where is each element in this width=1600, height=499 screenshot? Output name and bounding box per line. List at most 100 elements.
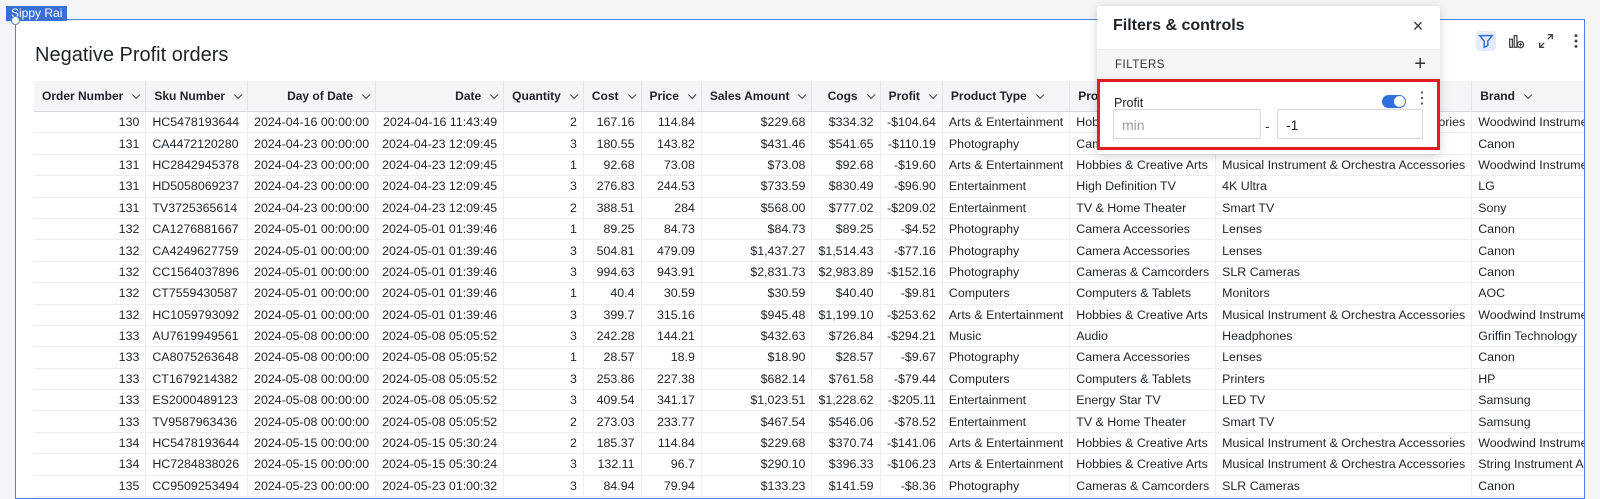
chevron-down-icon[interactable] bbox=[1523, 90, 1533, 100]
table-row[interactable]: 133 CT1679214382 2024-05-08 00:00:00 2024-0… bbox=[34, 368, 1584, 391]
table-cell: 134 bbox=[34, 432, 147, 455]
chevron-down-icon[interactable] bbox=[798, 90, 807, 100]
table-cell: $141.59 bbox=[811, 475, 881, 498]
chevron-down-icon[interactable] bbox=[627, 90, 636, 100]
table-cell: Hobbies & Creative Arts bbox=[1069, 432, 1217, 455]
column-header[interactable]: Price bbox=[641, 81, 702, 112]
table-row[interactable]: 132 CT7559430587 2024-05-01 00:00:00 2024-0… bbox=[34, 282, 1584, 305]
column-header[interactable]: Product Type bbox=[942, 81, 1071, 112]
chevron-down-icon[interactable] bbox=[132, 90, 141, 100]
chevron-down-icon[interactable] bbox=[1035, 90, 1045, 100]
table-row[interactable]: 133 AU7619949561 2024-05-08 00:00:00 2024-0… bbox=[34, 325, 1584, 348]
table-cell: CC1564037896 bbox=[145, 261, 249, 284]
table-cell: 135 bbox=[34, 475, 147, 498]
chevron-down-icon[interactable] bbox=[233, 90, 243, 100]
column-header[interactable]: Date bbox=[375, 81, 505, 112]
table-row[interactable]: 131 TV3725365614 2024-04-23 00:00:00 2024-0… bbox=[34, 197, 1584, 219]
profit-max-input[interactable]: -1 bbox=[1277, 109, 1423, 139]
table-cell: Arts & Entertainment bbox=[942, 453, 1071, 476]
table-cell: 3 bbox=[503, 239, 584, 262]
table-cell: 1 bbox=[503, 346, 584, 369]
column-header[interactable]: Order Number bbox=[34, 81, 147, 112]
chevron-down-icon[interactable] bbox=[361, 90, 371, 100]
filters-section-header: FILTERS + bbox=[1097, 49, 1440, 81]
table-cell: -$9.67 bbox=[880, 346, 943, 369]
table-cell: -$141.06 bbox=[880, 432, 943, 455]
column-header[interactable]: Day of Date bbox=[247, 81, 377, 112]
table-cell: 134 bbox=[34, 453, 147, 476]
resize-handle[interactable] bbox=[11, 16, 20, 25]
table-cell: Computers & Tablets bbox=[1069, 368, 1217, 391]
table-cell: 2024-05-01 00:00:00 bbox=[247, 304, 377, 326]
table-cell: Woodwind Instruments bbox=[1471, 154, 1584, 177]
table-cell: $568.00 bbox=[701, 197, 813, 219]
table-cell: Music bbox=[942, 325, 1071, 348]
table-row[interactable]: 132 CC1564037896 2024-05-01 00:00:00 2024-0… bbox=[34, 261, 1584, 284]
table-cell: 994.63 bbox=[583, 261, 642, 284]
column-header[interactable]: Brand bbox=[1471, 81, 1584, 112]
table-cell: 2024-04-23 00:00:00 bbox=[247, 175, 377, 198]
column-header[interactable]: Profit bbox=[880, 81, 943, 112]
table-cell: HC2842945378 bbox=[145, 154, 249, 177]
filter-name: Profit bbox=[1114, 96, 1144, 110]
chevron-down-icon[interactable] bbox=[866, 90, 875, 100]
add-filter-icon[interactable]: + bbox=[1414, 54, 1426, 74]
table-cell: HC1059793092 bbox=[145, 304, 249, 326]
filter-menu-icon[interactable]: ⋮ bbox=[1414, 91, 1430, 107]
filters-panel: Filters & controls × FILTERS + Profit ⋮ … bbox=[1097, 6, 1440, 154]
table-cell: -$209.02 bbox=[880, 197, 943, 219]
table-row[interactable]: 132 CA1276881667 2024-05-01 00:00:00 2024-0… bbox=[34, 218, 1584, 241]
filter-icon[interactable] bbox=[1476, 31, 1496, 51]
table-cell: 2 bbox=[503, 432, 584, 455]
add-chart-icon[interactable] bbox=[1506, 31, 1526, 51]
table-row[interactable]: 133 TV9587963436 2024-05-08 00:00:00 2024-0… bbox=[34, 410, 1584, 433]
table-cell: 2 bbox=[503, 410, 584, 433]
table-cell: 114.84 bbox=[641, 111, 702, 134]
table-row[interactable]: 131 HD5058069237 2024-04-23 00:00:00 2024-0… bbox=[34, 175, 1584, 198]
table-cell: Printers bbox=[1215, 368, 1473, 391]
table-cell: 132 bbox=[34, 282, 147, 305]
table-row[interactable]: 134 HC7284838026 2024-05-15 00:00:00 2024-0… bbox=[34, 453, 1584, 476]
table-cell: 185.37 bbox=[583, 432, 642, 455]
panel-title: Filters & controls bbox=[1113, 17, 1245, 34]
filter-enable-toggle[interactable] bbox=[1382, 95, 1406, 108]
profit-min-input[interactable]: min bbox=[1113, 109, 1261, 139]
chevron-down-icon[interactable] bbox=[569, 90, 579, 100]
chevron-down-icon[interactable] bbox=[687, 90, 697, 100]
close-icon[interactable]: × bbox=[1410, 17, 1426, 35]
table-row[interactable]: 135 CC9509253494 2024-05-23 00:00:00 2024-0… bbox=[34, 475, 1584, 498]
more-options-icon[interactable] bbox=[1566, 31, 1584, 51]
table-row[interactable]: 133 CA8075263648 2024-05-08 00:00:00 2024-0… bbox=[34, 346, 1584, 369]
table-cell: CA4472120280 bbox=[145, 132, 249, 155]
table-row[interactable]: 133 ES2000489123 2024-05-08 00:00:00 2024-0… bbox=[34, 389, 1584, 412]
column-header-label: Cost bbox=[591, 89, 619, 103]
table-row[interactable]: 132 CA4249627759 2024-05-01 00:00:00 2024-0… bbox=[34, 239, 1584, 262]
table-cell: AOC bbox=[1471, 282, 1584, 305]
expand-icon[interactable] bbox=[1536, 31, 1556, 51]
table-cell: $777.02 bbox=[811, 197, 881, 219]
table-cell: 943.91 bbox=[641, 261, 702, 284]
table-cell: Canon bbox=[1471, 239, 1584, 262]
table-cell: Entertainment bbox=[942, 175, 1071, 198]
table-cell: Woodwind Instruments bbox=[1471, 304, 1584, 326]
table-cell: $28.57 bbox=[811, 346, 881, 369]
chevron-down-icon[interactable] bbox=[490, 90, 499, 100]
table-row[interactable]: 131 HC2842945378 2024-04-23 00:00:00 2024-0… bbox=[34, 154, 1584, 177]
table-cell: 273.03 bbox=[583, 410, 642, 433]
table-cell: Canon bbox=[1471, 475, 1584, 498]
table-cell: 2024-04-16 11:43:49 bbox=[375, 111, 505, 134]
column-header[interactable]: Sku Number bbox=[145, 81, 249, 112]
table-cell: 2024-05-01 01:39:46 bbox=[375, 261, 505, 284]
chevron-down-icon[interactable] bbox=[928, 90, 938, 100]
table-cell: 2024-05-08 05:05:52 bbox=[375, 325, 505, 348]
table-cell: $2,983.89 bbox=[811, 261, 881, 284]
table-row[interactable]: 132 HC1059793092 2024-05-01 00:00:00 2024-0… bbox=[34, 304, 1584, 326]
table-cell: Computers bbox=[942, 282, 1071, 305]
column-header[interactable]: Sales Amount bbox=[701, 81, 813, 112]
table-cell: 130 bbox=[34, 111, 147, 134]
column-header[interactable]: Quantity bbox=[503, 81, 584, 112]
table-cell: 3 bbox=[503, 389, 584, 412]
table-row[interactable]: 134 HC5478193644 2024-05-15 00:00:00 2024-0… bbox=[34, 432, 1584, 455]
column-header[interactable]: Cogs bbox=[811, 81, 881, 112]
column-header[interactable]: Cost bbox=[583, 81, 642, 112]
